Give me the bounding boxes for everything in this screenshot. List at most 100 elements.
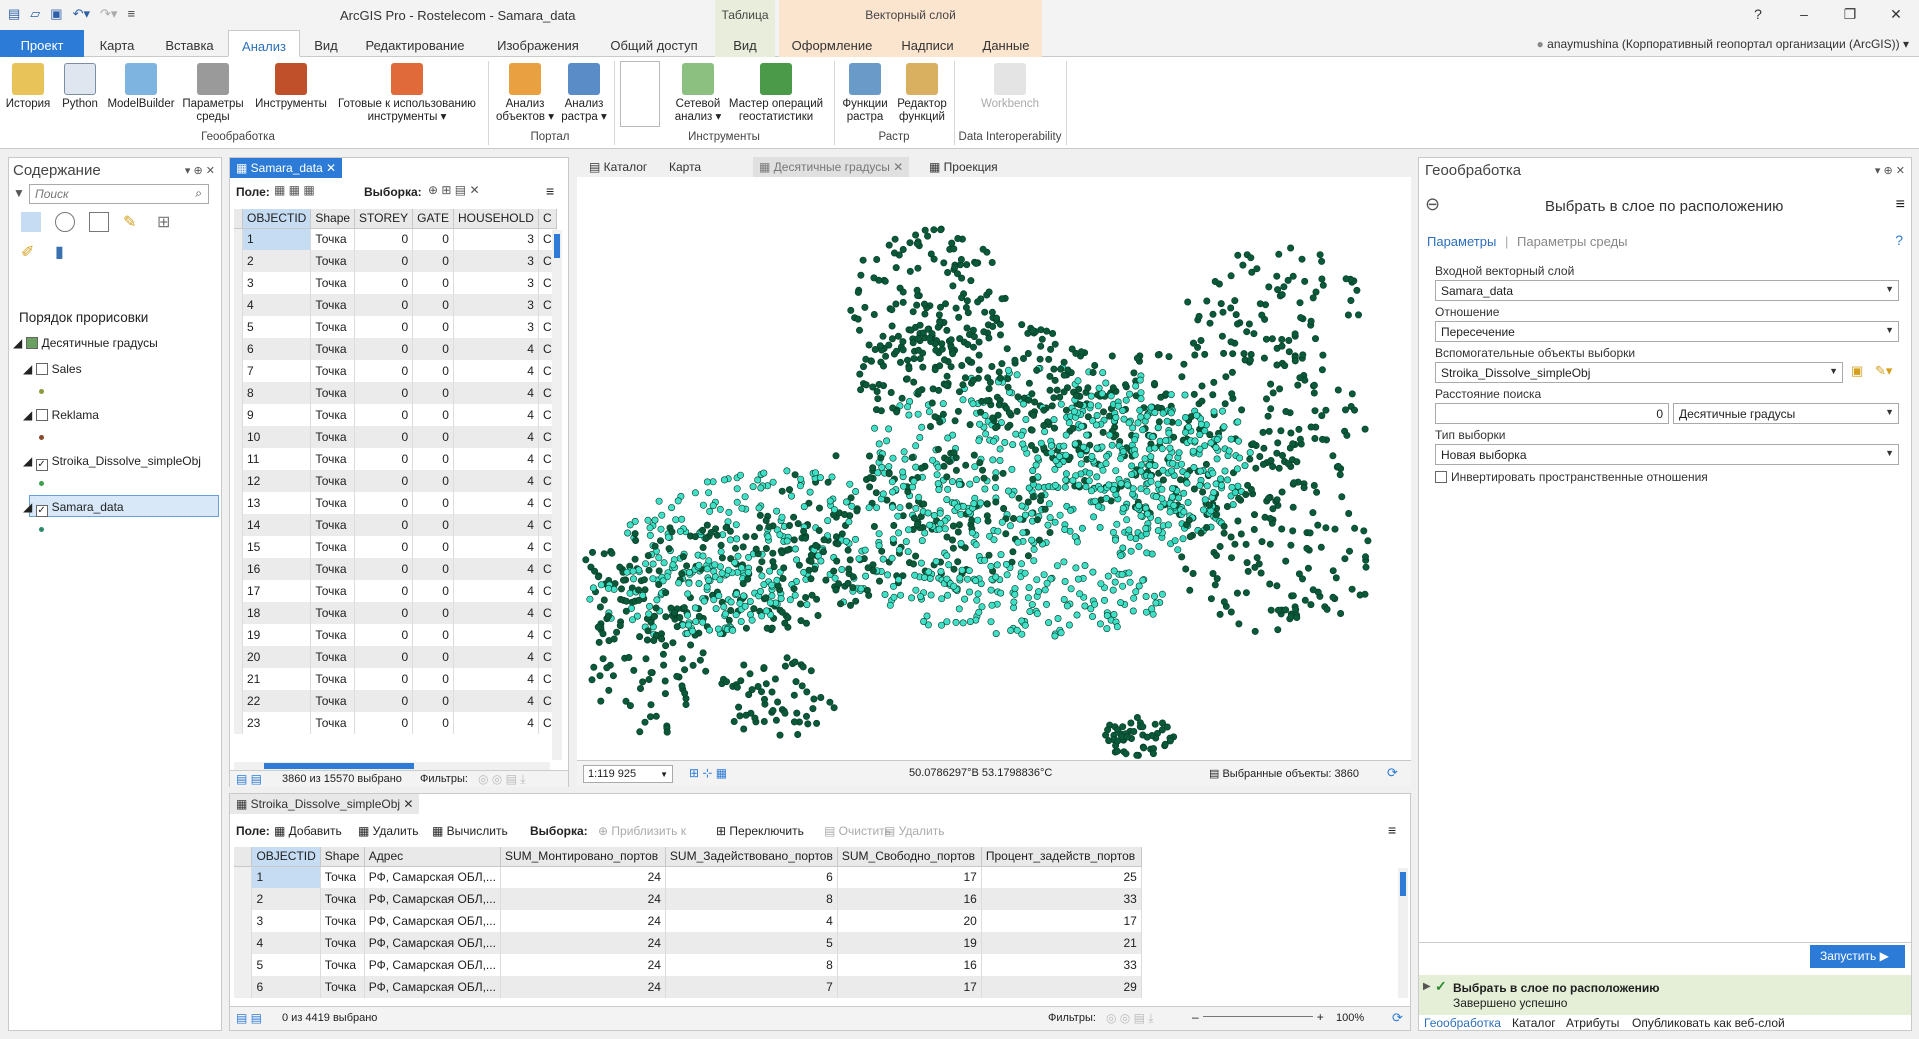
table-cell[interactable]: 16 [242, 558, 312, 580]
table-row[interactable]: 6 Точка 0 0 4 C [234, 338, 557, 360]
table-cell[interactable]: 0 [412, 602, 454, 624]
environments-button[interactable]: Параметры среды [180, 63, 246, 124]
table-tab-stroika[interactable]: ▦ Stroika_Dissolve_simpleObj ✕ [230, 794, 420, 814]
bottom-tab-geoprocessing[interactable]: Геообработка [1424, 1016, 1501, 1030]
table-cell[interactable]: 0 [354, 316, 414, 338]
layer-stroika[interactable]: ◢ ✓ Stroika_Dissolve_simpleObj [23, 454, 201, 471]
workbench-button[interactable]: Workbench [970, 63, 1050, 111]
table-row[interactable]: 20 Точка 0 0 4 C [234, 646, 557, 668]
table-cell[interactable]: 9 [242, 404, 312, 426]
table-cell[interactable]: 3 [453, 316, 539, 338]
raster-analysis-button[interactable]: Анализ растра ▾ [558, 63, 610, 124]
table1-view-icon[interactable]: ▤ ▤ [236, 772, 262, 786]
table-row[interactable]: 21 Точка 0 0 4 C [234, 668, 557, 690]
map-view[interactable] [577, 177, 1411, 760]
table-cell[interactable]: 0 [412, 294, 454, 316]
table1-field-icons[interactable]: ▦ ▦ ▦ [274, 183, 315, 197]
table-row[interactable]: 11 Точка 0 0 4 C [234, 448, 557, 470]
labeling-icon[interactable]: ✐ [21, 242, 41, 262]
new-project-icon[interactable]: ▤ [8, 6, 20, 22]
table-cell[interactable]: Точка [310, 514, 356, 536]
table-cell[interactable]: 4 [453, 712, 539, 734]
table-row[interactable]: 9 Точка 0 0 4 C [234, 404, 557, 426]
table-cell[interactable]: 20 [242, 646, 312, 668]
user-account[interactable]: ● anaymushina (Корпоративный геопортал о… [1537, 37, 1909, 51]
table-cell[interactable]: 4 [453, 470, 539, 492]
table-cell[interactable]: 4 [453, 646, 539, 668]
table-cell[interactable]: 0 [354, 338, 414, 360]
table2-vscroll[interactable] [1398, 868, 1408, 998]
tab-analysis[interactable]: Анализ [228, 30, 300, 57]
table-cell[interactable]: 0 [354, 228, 414, 250]
table-cell[interactable]: Точка [310, 712, 356, 734]
col2-shape[interactable]: Shape [320, 847, 365, 867]
table-cell[interactable]: Точка [310, 558, 356, 580]
open-icon[interactable]: ▱ [30, 6, 40, 22]
history-button[interactable]: История [4, 63, 52, 111]
bottom-tab-publish[interactable]: Опубликовать как веб-слой [1632, 1016, 1785, 1030]
filter-icon[interactable]: ▼ [13, 186, 25, 200]
row-header[interactable] [234, 624, 243, 646]
row-header[interactable] [234, 668, 243, 690]
table-row[interactable]: 13 Точка 0 0 4 C [234, 492, 557, 514]
table-cell[interactable]: 21 [981, 932, 1142, 954]
map-canvas[interactable] [577, 177, 1411, 760]
table-cell[interactable]: 0 [412, 668, 454, 690]
table-cell[interactable]: 22 [242, 690, 312, 712]
table-row[interactable]: 2 Точка 0 0 3 C [234, 250, 557, 272]
tab-map[interactable]: Карта [92, 30, 142, 57]
python-button[interactable]: Python [56, 63, 104, 111]
table-cell[interactable]: 0 [412, 492, 454, 514]
table-cell[interactable]: 5 [251, 954, 321, 976]
table-cell[interactable]: 0 [412, 514, 454, 536]
table-row[interactable]: 4 Точка РФ, Самарская ОБЛ,... 24 5 19 21 [234, 932, 1410, 954]
table-cell[interactable]: Точка [320, 976, 365, 998]
table-cell[interactable]: 3 [251, 910, 321, 932]
table-cell[interactable]: 3 [453, 228, 539, 250]
function-editor-button[interactable]: Редактор функций [894, 63, 950, 124]
table2-clear-button[interactable]: ▤ Очистить [824, 824, 891, 838]
table-cell[interactable]: 0 [354, 382, 414, 404]
table-cell[interactable]: 16 [837, 954, 982, 976]
tab-labeling[interactable]: Надписи [885, 30, 970, 57]
row-header[interactable] [234, 888, 253, 910]
table-cell[interactable]: 3 [453, 250, 539, 272]
table1-menu-icon[interactable]: ≡ [546, 183, 554, 199]
table-cell[interactable]: 0 [354, 448, 414, 470]
col2-address[interactable]: Адрес [364, 847, 501, 867]
minimize-icon[interactable]: – [1781, 0, 1827, 23]
geostatistical-wizard-button[interactable]: Мастер операций геостатистики [726, 63, 826, 124]
row-header[interactable] [234, 954, 253, 976]
table-row[interactable]: 14 Точка 0 0 4 C [234, 514, 557, 536]
table-cell[interactable]: 4 [453, 536, 539, 558]
table-cell[interactable]: РФ, Самарская ОБЛ,... [364, 866, 501, 888]
table-row[interactable]: 6 Точка РФ, Самарская ОБЛ,... 24 7 17 29 [234, 976, 1410, 998]
table-cell[interactable]: 0 [354, 360, 414, 382]
table-cell[interactable]: 20 [837, 910, 982, 932]
row-header[interactable] [234, 976, 253, 998]
map-nav-icons[interactable]: ⊞ ⊹ ▦ [689, 766, 727, 780]
table-cell[interactable]: РФ, Самарская ОБЛ,... [364, 954, 501, 976]
snapping-icon[interactable]: ⊞ [157, 212, 177, 232]
table2-switch-button[interactable]: ⊞ Переключить [716, 824, 804, 838]
table-cell[interactable]: Точка [310, 448, 356, 470]
tab-table-view[interactable]: Вид [715, 30, 775, 57]
table-cell[interactable]: Точка [310, 602, 356, 624]
table-cell[interactable]: 0 [354, 668, 414, 690]
table-cell[interactable]: 0 [412, 272, 454, 294]
table-cell[interactable]: 0 [354, 580, 414, 602]
row-header[interactable] [234, 602, 243, 624]
table-cell[interactable]: 13 [242, 492, 312, 514]
expand-icon[interactable]: ▶ [1423, 981, 1431, 992]
row-header[interactable] [234, 910, 253, 932]
table-cell[interactable]: 21 [242, 668, 312, 690]
table-cell[interactable]: 4 [242, 294, 312, 316]
tab-view[interactable]: Вид [306, 30, 346, 57]
input-layer-select[interactable]: Samara_data ▼ [1435, 280, 1899, 301]
gp-tab-parameters[interactable]: Параметры [1427, 234, 1496, 249]
table-row[interactable]: 17 Точка 0 0 4 C [234, 580, 557, 602]
table-cell[interactable]: 0 [354, 646, 414, 668]
table-cell[interactable]: 0 [354, 514, 414, 536]
table-cell[interactable]: 4 [453, 360, 539, 382]
row-header[interactable] [234, 316, 243, 338]
